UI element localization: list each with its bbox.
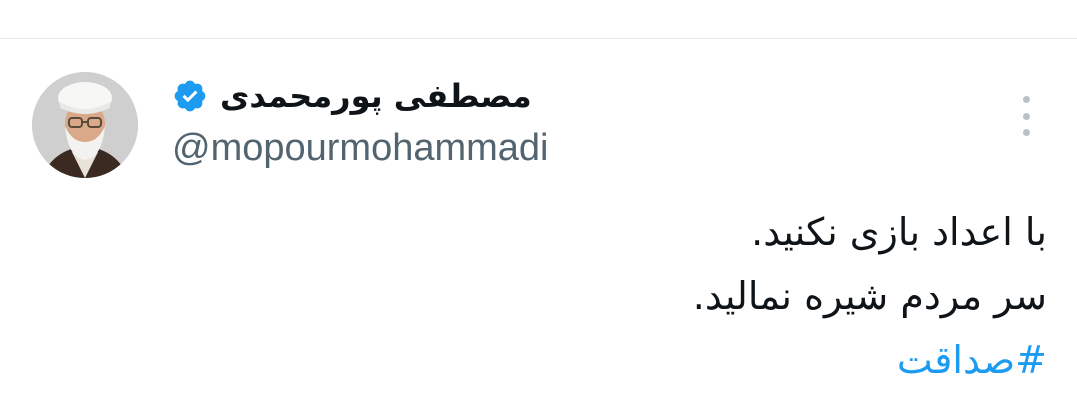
tweet-card: مصطفی پورمحمدی @mopourmohammadi با اعداد… — [0, 0, 1077, 418]
display-name[interactable]: مصطفی پورمحمدی — [220, 77, 532, 115]
top-divider — [0, 38, 1077, 39]
author-name-row[interactable]: مصطفی پورمحمدی — [172, 72, 532, 120]
avatar[interactable] — [32, 72, 138, 178]
tweet-line: سر مردم شیره نمالید. — [692, 274, 1047, 318]
tweet-text: با اعداد بازی نکنید. سر مردم شیره نمالید… — [147, 200, 1047, 392]
more-options-icon[interactable] — [1012, 96, 1040, 136]
verified-badge-icon — [172, 78, 208, 114]
more-dot — [1022, 112, 1030, 120]
hashtag-link[interactable]: #صداقت — [147, 328, 1047, 392]
avatar-image — [32, 72, 138, 178]
user-handle[interactable]: @mopourmohammadi — [172, 124, 549, 172]
tweet-line: با اعداد بازی نکنید. — [751, 210, 1047, 254]
more-dot — [1022, 96, 1030, 103]
more-dot — [1022, 129, 1030, 136]
